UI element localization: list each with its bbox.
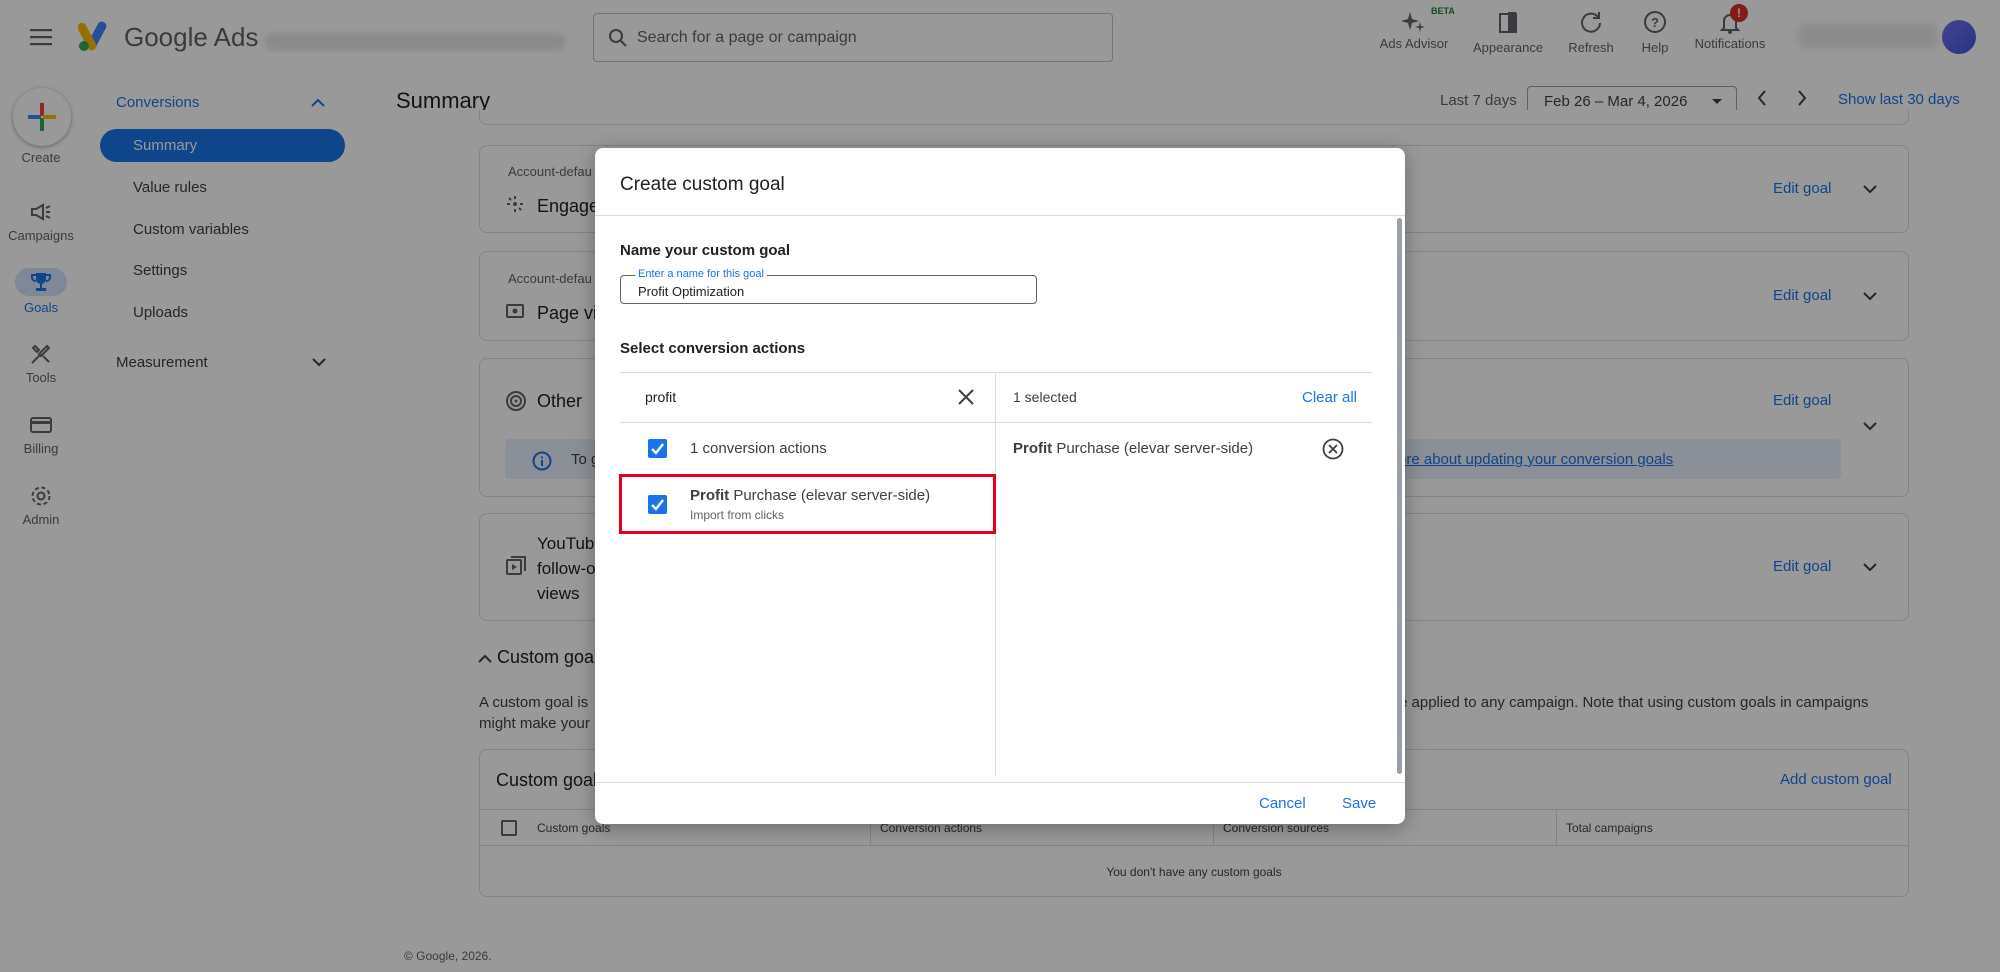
remove-selected-icon[interactable] <box>1322 438 1344 460</box>
conversion-action-source: Import from clicks <box>690 508 785 522</box>
clear-all-button[interactable]: Clear all <box>1302 389 1357 406</box>
dialog-title: Create custom goal <box>620 174 785 195</box>
selected-action-name-match: Profit <box>1013 440 1053 457</box>
selected-action-name: Profit Purchase (elevar server-side) <box>1013 440 1253 457</box>
conversion-action-checkbox[interactable] <box>648 495 667 514</box>
dialog-footer-divider <box>595 782 1405 783</box>
selected-count: 1 selected <box>1013 389 1077 405</box>
conversion-actions-count: 1 conversion actions <box>690 440 827 457</box>
checkmark-icon <box>651 443 664 455</box>
save-button[interactable]: Save <box>1342 795 1376 812</box>
goal-name-label: Enter a name for this goal <box>635 268 767 280</box>
goal-name-value: Profit Optimization <box>638 284 745 299</box>
conversion-action-name-rest: Purchase (elevar server-side) <box>729 487 931 504</box>
dialog-header-divider <box>595 215 1405 216</box>
clear-search-icon[interactable] <box>957 388 975 406</box>
cancel-button[interactable]: Cancel <box>1259 795 1306 812</box>
goal-name-input[interactable]: Enter a name for this goal Profit Optimi… <box>620 268 1037 304</box>
checkmark-icon <box>651 499 664 511</box>
selected-action-name-rest: Purchase (elevar server-side) <box>1052 440 1254 457</box>
select-all-actions-checkbox[interactable] <box>648 439 667 458</box>
conversion-action-name-match: Profit <box>690 487 730 504</box>
select-section-heading: Select conversion actions <box>620 340 806 357</box>
conversion-search-input[interactable]: profit <box>645 389 676 405</box>
highlighted-conversion-action-row[interactable] <box>619 474 996 534</box>
picker-column-divider <box>995 372 996 776</box>
create-custom-goal-dialog: Create custom goal Name your custom goal… <box>595 148 1405 824</box>
dialog-scrollbar[interactable] <box>1397 218 1402 774</box>
name-section-heading: Name your custom goal <box>620 242 791 259</box>
picker-header-divider <box>620 422 1372 423</box>
conversion-action-name: Profit Purchase (elevar server-side) <box>690 487 930 504</box>
picker-top-divider <box>620 372 1372 373</box>
